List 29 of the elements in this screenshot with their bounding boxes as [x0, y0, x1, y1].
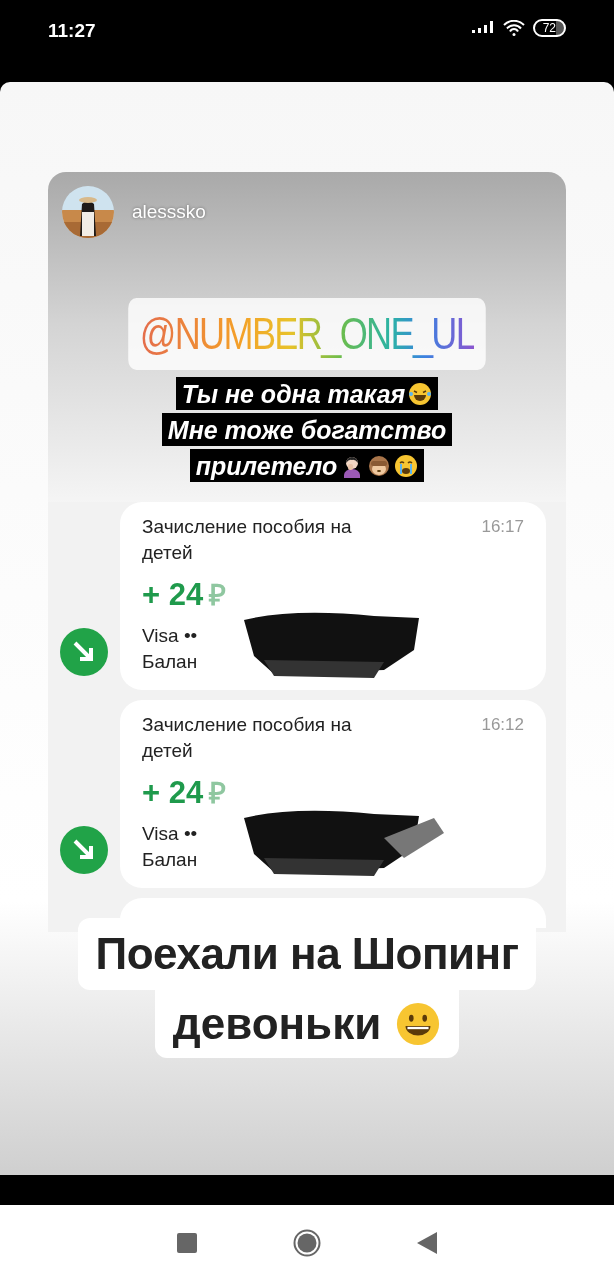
caption-line: Мне тоже богатство [167, 414, 447, 445]
home-button[interactable] [293, 1228, 321, 1257]
recent-apps-button[interactable] [177, 1232, 197, 1253]
transaction-amount: + 24 [142, 576, 204, 614]
currency-sign: ₽ [209, 776, 227, 811]
transaction-card[interactable]: Зачисление пособия на детей 16:12 + 24 ₽ Visa •• Балан [120, 700, 546, 888]
balance-label: Балан [142, 649, 199, 674]
transaction-title: Зачисление пособия на детей [142, 713, 353, 763]
status-time: 11:27 [48, 19, 96, 43]
currency-sign: ₽ [209, 578, 227, 613]
battery-indicator: 72 [532, 19, 566, 37]
transaction-card[interactable]: Зачисление пособия на детей 16:17 + 24 ₽ Visa •• Балан [120, 502, 546, 690]
transaction-time: 16:17 [481, 516, 524, 538]
transaction-amount: + 24 [142, 774, 204, 812]
wifi-icon [502, 20, 525, 36]
laugh-face-icon [408, 381, 433, 406]
caption-line: Ты не одна такая [181, 378, 406, 409]
caption-line: прилетело [195, 450, 338, 481]
bottom-caption-line: девоньки [172, 998, 382, 1050]
card-label: Visa •• [142, 623, 199, 648]
signal-icon [470, 20, 495, 36]
card-label: Visa •• [142, 821, 199, 846]
grin-face-icon [395, 1001, 442, 1047]
monkey-icon [367, 453, 392, 478]
back-button[interactable] [417, 1231, 437, 1254]
transaction-time: 16:12 [481, 714, 524, 736]
transaction-title: Зачисление пособия на детей [142, 515, 353, 565]
balance-label: Балан [142, 847, 199, 872]
cry-face-icon [394, 453, 419, 478]
